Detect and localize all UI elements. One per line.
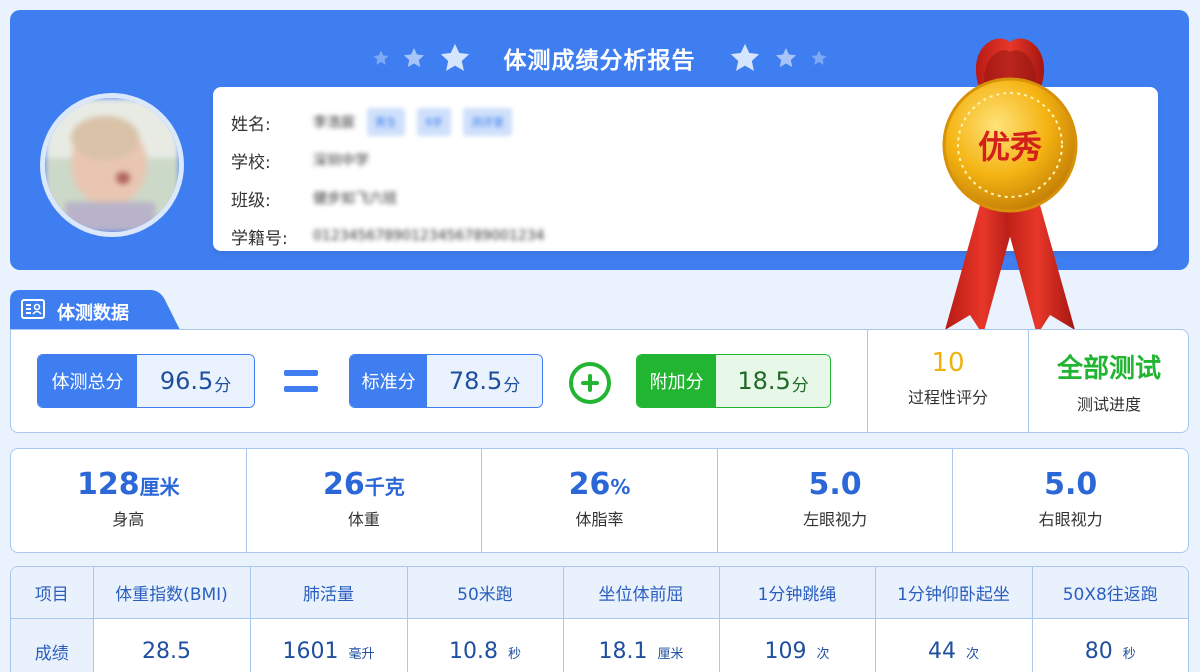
table-header: 肺活量	[250, 567, 408, 619]
school-value: 深圳中学	[313, 153, 369, 169]
results-table: 项目 体重指数(BMI) 肺活量 50米跑 坐位体前屈 1分钟跳绳 1分钟仰卧起…	[10, 566, 1189, 672]
body-metrics: 128厘米 身高 26千克 体重 26% 体脂率 5.0 左眼视力 5.0 右眼…	[10, 448, 1189, 553]
standard-score-value: 78.5 分	[427, 355, 542, 407]
table-cell: 109 次	[719, 618, 876, 672]
standard-score-box: 标准分 78.5 分	[349, 354, 543, 408]
class-value: 健步如飞六班	[313, 191, 397, 207]
table-cell: 44 次	[875, 618, 1033, 672]
table-cell: 18.1 厘米	[563, 618, 720, 672]
table-cell: 1601 毫升	[250, 618, 408, 672]
test-progress: 全部测试 测试进度	[1029, 348, 1189, 415]
table-header: 体重指数(BMI)	[93, 567, 251, 619]
school-label: 学校:	[231, 152, 271, 173]
table-cell: 80 秒	[1084, 638, 1136, 664]
name-label: 姓名:	[231, 114, 271, 135]
class-label: 班级:	[231, 190, 271, 211]
process-score-value: 10	[931, 348, 965, 378]
standard-score-label: 标准分	[350, 355, 428, 407]
total-score-box: 体测总分 96.5 分	[37, 354, 255, 408]
metric-weight: 26千克 体重	[247, 449, 483, 552]
bonus-score-box: 附加分 18.5 分	[636, 354, 831, 408]
star-icon	[730, 43, 759, 71]
metric-body-fat: 26% 体脂率	[482, 449, 718, 552]
total-score-value: 96.5 分	[137, 355, 254, 407]
total-score-label: 体测总分	[38, 355, 138, 407]
name-value: 李浩宸	[313, 115, 355, 131]
equals-icon	[284, 370, 318, 392]
table-row: 成绩 28.5 1601 毫升 10.8 秒 18.1 厘米 109 次 44 次 80 秒	[11, 618, 1188, 672]
school-row: 学校: 深圳中学	[231, 148, 369, 173]
student-tag: 测评里	[463, 108, 512, 136]
star-icon	[403, 48, 424, 68]
scores-panel: 体测总分 96.5 分 标准分 78.5 分 附加分 18.5 分 10 过程性评分 …	[10, 329, 1189, 433]
report-title: 体测成绩分析报告	[503, 48, 696, 74]
section-title: 体测数据	[57, 303, 129, 324]
table-cell: 28.5	[93, 618, 251, 672]
row-label: 成绩	[11, 618, 94, 672]
star-icon	[811, 50, 826, 65]
student-id-row: 学籍号: 01234567890123456789001234	[231, 224, 545, 249]
table-header: 50X8往返跑	[1032, 567, 1188, 619]
student-tag: 男生	[367, 108, 405, 136]
star-icon	[373, 50, 388, 65]
name-row: 姓名: 李浩宸 男生 9岁 测评里	[231, 108, 512, 136]
star-icon	[440, 43, 469, 71]
process-score-label: 过程性评分	[907, 388, 988, 407]
class-row: 班级: 健步如飞六班	[231, 186, 397, 211]
table-cell: 10.8 秒	[407, 618, 564, 672]
table-header-row: 项目 体重指数(BMI) 肺活量 50米跑 坐位体前屈 1分钟跳绳 1分钟仰卧起…	[11, 567, 1188, 619]
student-tag: 9岁	[417, 108, 451, 136]
avatar	[40, 93, 184, 237]
medal-excellent-icon: 优秀	[942, 38, 1078, 335]
plus-icon	[569, 362, 611, 404]
test-progress-label: 测试进度	[1076, 395, 1141, 414]
metric-height: 128厘米 身高	[11, 449, 247, 552]
student-id-label: 学籍号:	[231, 228, 288, 249]
table-header: 坐位体前屈	[563, 567, 720, 619]
medal-text: 优秀	[978, 128, 1042, 166]
table-header: 1分钟跳绳	[719, 567, 876, 619]
table-header: 项目	[11, 567, 94, 619]
bonus-score-value: 18.5 分	[716, 355, 830, 407]
bonus-score-label: 附加分	[637, 355, 717, 407]
process-score: 10 过程性评分	[868, 348, 1028, 408]
student-id-value: 01234567890123456789001234	[313, 228, 545, 244]
star-icon	[775, 48, 796, 68]
table-header: 50米跑	[407, 567, 564, 619]
metric-left-eye: 5.0 左眼视力	[718, 449, 954, 552]
metric-right-eye: 5.0 右眼视力	[1038, 467, 1103, 529]
test-progress-value: 全部测试	[1056, 354, 1161, 384]
table-header: 1分钟仰卧起坐	[875, 567, 1033, 619]
